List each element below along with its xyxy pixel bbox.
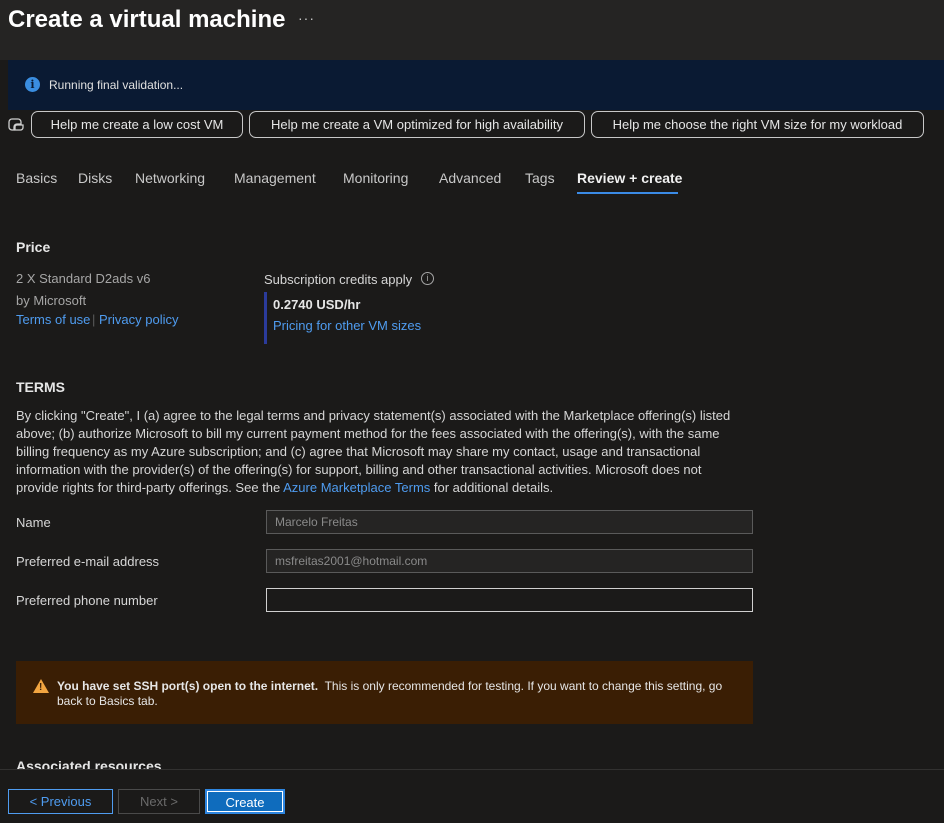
ssh-warning: ! You have set SSH port(s) open to the i… bbox=[16, 661, 753, 724]
tab-basics[interactable]: Basics bbox=[16, 170, 57, 186]
hourly-rate: 0.2740 USD/hr bbox=[273, 297, 361, 312]
validation-banner: i Running final validation... bbox=[8, 60, 944, 110]
credits-label: Subscription credits apply bbox=[264, 272, 413, 287]
warning-bold-text: You have set SSH port(s) open to the int… bbox=[57, 679, 319, 693]
more-icon[interactable]: ··· bbox=[298, 10, 315, 26]
publisher: by Microsoft bbox=[16, 293, 87, 308]
copilot-icon bbox=[8, 116, 25, 133]
tab-advanced[interactable]: Advanced bbox=[439, 170, 501, 186]
suggestion-high-availability-button[interactable]: Help me create a VM optimized for high a… bbox=[249, 111, 585, 138]
next-button[interactable]: Next > bbox=[118, 789, 200, 814]
suggestion-low-cost-button[interactable]: Help me create a low cost VM bbox=[31, 111, 243, 138]
warning-icon-mark: ! bbox=[39, 682, 43, 693]
tab-review-create[interactable]: Review + create bbox=[577, 170, 682, 186]
privacy-policy-link[interactable]: Privacy policy bbox=[99, 312, 178, 327]
terms-body: By clicking "Create", I (a) agree to the… bbox=[16, 407, 736, 497]
terms-body-suffix: for additional details. bbox=[430, 480, 554, 495]
marketplace-terms-link[interactable]: Azure Marketplace Terms bbox=[283, 480, 430, 495]
pricing-other-sizes-link[interactable]: Pricing for other VM sizes bbox=[273, 318, 421, 333]
create-button[interactable]: Create bbox=[205, 789, 285, 814]
tab-tags[interactable]: Tags bbox=[525, 170, 555, 186]
banner-text: Running final validation... bbox=[49, 78, 184, 92]
terms-of-use-link[interactable]: Terms of use bbox=[16, 312, 90, 327]
page-title: Create a virtual machine bbox=[8, 6, 286, 33]
phone-label: Preferred phone number bbox=[16, 593, 158, 608]
email-label: Preferred e-mail address bbox=[16, 554, 160, 569]
tab-networking[interactable]: Networking bbox=[135, 170, 205, 186]
phone-field[interactable] bbox=[266, 588, 753, 612]
warning-text: You have set SSH port(s) open to the int… bbox=[57, 679, 737, 709]
price-accent-bar bbox=[264, 292, 267, 344]
tab-management[interactable]: Management bbox=[234, 170, 316, 186]
active-tab-indicator bbox=[577, 192, 678, 194]
previous-button[interactable]: < Previous bbox=[8, 789, 113, 814]
page-header: Create a virtual machine ··· bbox=[0, 0, 944, 60]
name-field[interactable] bbox=[266, 510, 753, 534]
link-separator: | bbox=[92, 312, 96, 327]
email-field[interactable] bbox=[266, 549, 753, 573]
terms-heading: TERMS bbox=[16, 379, 65, 395]
product-name: 2 X Standard D2ads v6 bbox=[16, 271, 151, 286]
tab-disks[interactable]: Disks bbox=[78, 170, 112, 186]
info-icon: i bbox=[25, 77, 40, 92]
price-heading: Price bbox=[16, 239, 51, 255]
name-label: Name bbox=[16, 515, 51, 530]
suggestion-vm-size-button[interactable]: Help me choose the right VM size for my … bbox=[591, 111, 924, 138]
tab-monitoring[interactable]: Monitoring bbox=[343, 170, 408, 186]
info-tooltip-icon[interactable]: i bbox=[421, 272, 434, 285]
